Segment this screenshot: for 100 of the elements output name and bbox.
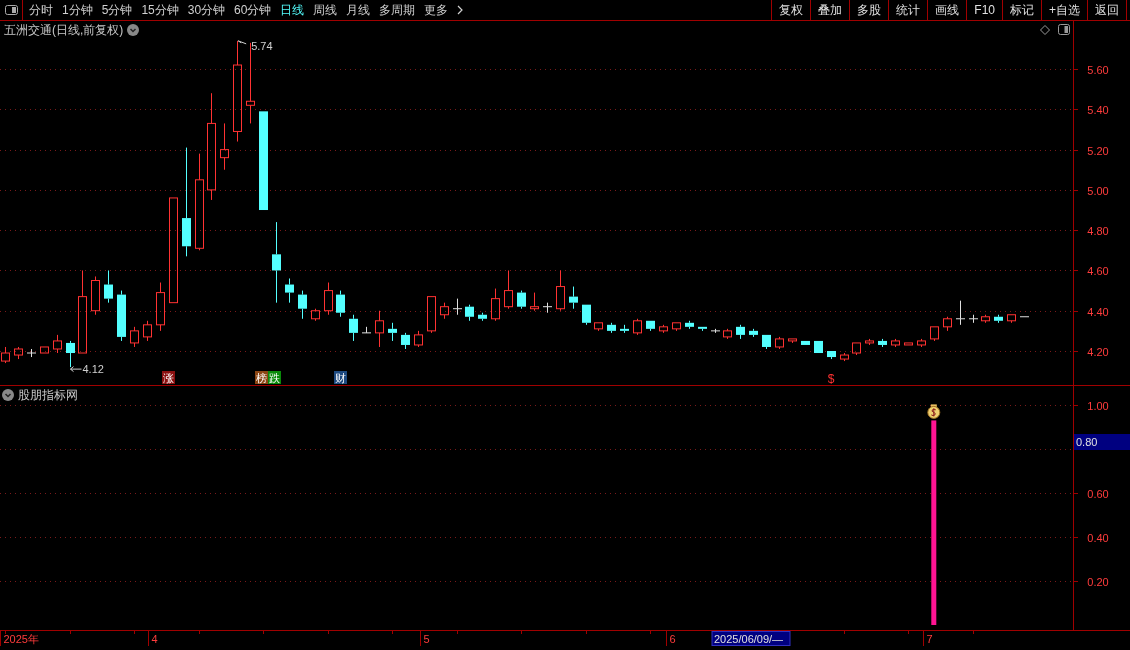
toolbar-button[interactable]: 画线 [927,0,967,20]
candlestick [981,314,990,324]
candlestick [91,276,100,316]
leader-line [70,366,82,373]
cursor-value-label: 0.80 [1074,434,1130,450]
period-tab[interactable]: 更多 [424,1,449,19]
period-tab[interactable]: 5分钟 [101,1,133,19]
candlestick [659,324,668,334]
toolbar-button[interactable]: +自选 [1041,0,1087,20]
candlestick [685,320,694,330]
period-tab[interactable]: 多周期 [379,1,416,19]
candlestick [285,278,294,304]
leader-line [237,40,247,45]
candlestick [582,304,591,326]
candlestick [336,290,345,318]
candlestick [452,298,463,316]
candlestick [775,336,784,350]
candlestick [968,314,979,324]
period-tab[interactable]: 60分钟 [234,1,272,19]
candlestick [104,269,113,304]
candlestick [414,330,423,348]
candlestick [917,338,926,348]
candlestick [361,326,372,334]
candlestick [607,322,616,334]
candlestick [865,338,874,346]
dropdown-icon[interactable] [127,24,140,36]
event-tag[interactable]: 财 [334,371,347,384]
toolbar-button[interactable]: F10 [966,0,1002,20]
period-tab[interactable]: 月线 [346,1,371,19]
money-bag-icon [927,404,941,419]
axis-label: 4.60 [1087,264,1109,277]
event-tag[interactable]: 跌 [268,371,281,384]
candlestick [491,288,500,322]
candlestick [840,352,849,362]
period-tab[interactable]: 日线 [280,1,305,19]
candlestick [311,308,320,322]
period-tab[interactable]: 15分钟 [141,1,179,19]
candlestick [620,324,629,334]
candlestick [878,338,887,348]
candlestick [556,269,565,312]
candlestick [530,292,539,312]
period-tab[interactable]: 30分钟 [187,1,226,19]
axis-label: 0.20 [1087,575,1109,588]
candlestick [698,326,707,332]
toolbar-button[interactable]: 返回 [1087,0,1126,20]
chevron-right-icon[interactable] [457,5,465,15]
date-label: 5 [423,633,430,645]
date-label: 4 [151,633,158,645]
axis-label: 4.40 [1087,305,1109,318]
candlestick [736,324,745,340]
toolbar-button[interactable]: 叠加 [810,0,850,20]
candlestick [930,326,939,342]
dropdown-icon[interactable] [2,389,14,401]
candlestick [594,322,603,332]
toolbar-button[interactable]: 多股 [849,0,889,20]
candlestick [943,316,952,332]
candlestick [465,304,474,322]
candlestick [801,340,810,346]
axis-label: 5.20 [1087,144,1109,157]
candlestick [427,296,436,334]
toolbar-button[interactable]: 统计 [888,0,928,20]
event-tag[interactable]: 榜 [255,371,268,384]
period-tab[interactable]: 周线 [313,1,338,19]
candlestick [672,322,681,332]
axis-label: 5.60 [1087,63,1109,76]
candlestick [440,302,449,320]
panel-toggle-icon[interactable] [1058,24,1070,35]
axis-label: 1.00 [1087,399,1109,412]
cursor-date-label: 2025/06/09/— [711,631,791,646]
toolbar-button[interactable]: 标记 [1002,0,1041,20]
candlestick [156,282,165,332]
candlestick [375,310,384,348]
axis-label: 0.40 [1087,531,1109,544]
indicator-title: 股朋指标网 [18,387,78,403]
period-tab[interactable]: 分时 [29,1,53,19]
candlestick [143,320,152,342]
candlestick [220,122,229,171]
candlestick [401,332,410,350]
axis-label: 5.00 [1087,184,1109,197]
period-tab[interactable]: 1分钟 [62,1,93,19]
price-label: 5.74 [251,39,273,52]
toolbar-button[interactable]: 复权 [771,0,811,20]
panel-toggle-icon[interactable] [4,5,18,15]
candlestick [324,282,333,316]
candlestick [749,328,758,338]
candlestick [994,314,1003,324]
candlestick [569,286,578,310]
candlestick [904,342,913,346]
axis-label: 4.20 [1087,345,1109,358]
candlestick [723,328,732,340]
candlestick [1007,314,1016,324]
date-label: 7 [926,633,933,645]
candlestick [388,322,397,342]
candlestick [814,340,823,354]
event-tag[interactable]: 涨 [162,371,175,384]
candlestick [955,300,966,326]
candlestick [1019,316,1030,318]
candlestick [542,302,553,314]
candlestick [40,346,49,354]
candlestick [788,338,797,344]
